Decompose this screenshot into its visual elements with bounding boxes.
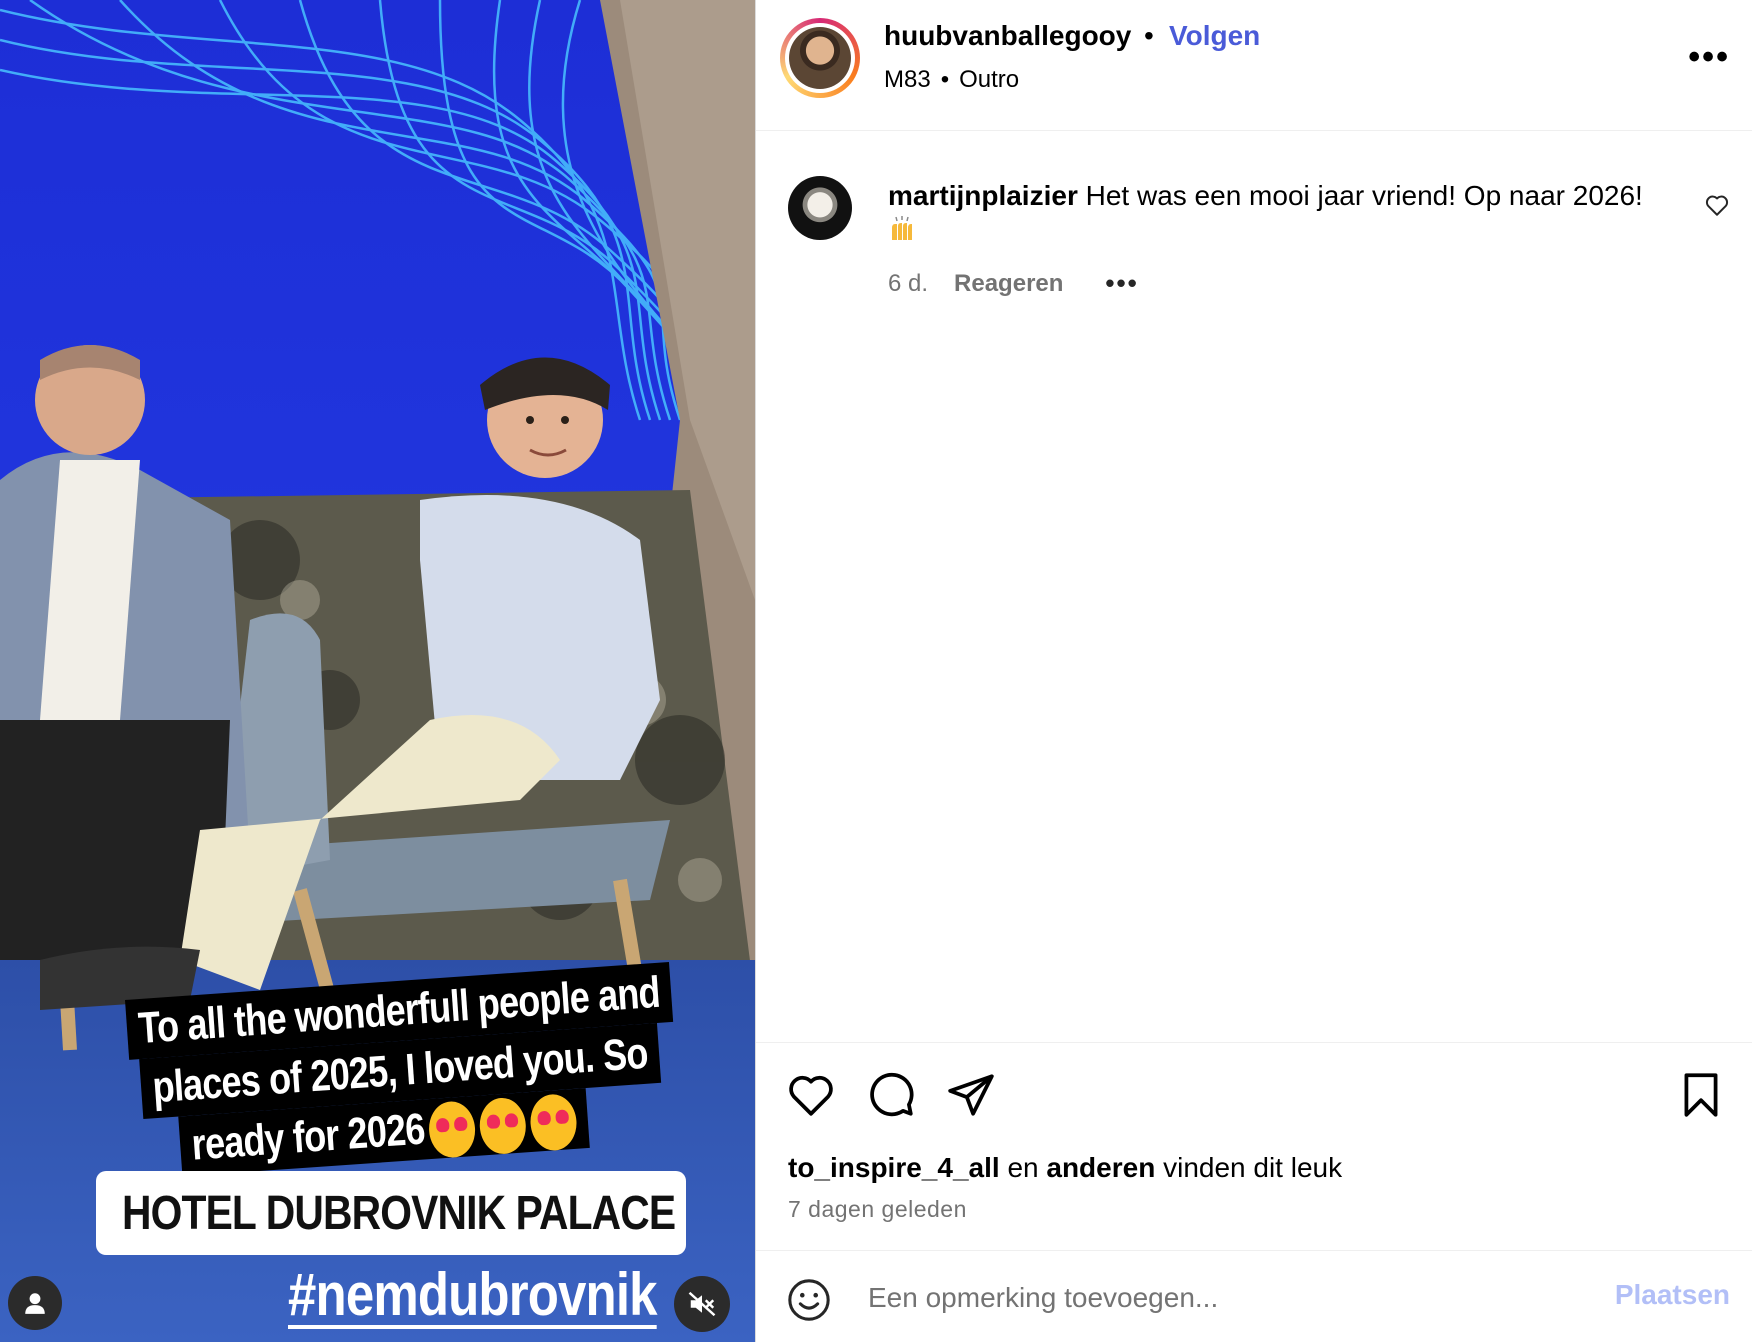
follow-button[interactable]: Volgen <box>1169 20 1260 52</box>
post-sidebar: huubvanballegooy • Volgen M83 • Outro ••• … <box>755 0 1752 1342</box>
tagged-users-button[interactable] <box>8 1276 62 1330</box>
liked-by-username[interactable]: to_inspire_4_all <box>788 1152 1000 1183</box>
comment-heart-icon[interactable] <box>1704 192 1730 218</box>
location-sticker-label: HOTEL DUBROVNIK PALACE <box>122 1186 676 1240</box>
heart-eyes-emoji-icon <box>427 1100 478 1160</box>
heart-eyes-emoji-icon <box>478 1096 529 1156</box>
share-icon[interactable] <box>946 1070 996 1120</box>
author-username[interactable]: huubvanballegooy <box>884 20 1131 52</box>
comment-composer: Plaatsen <box>756 1250 1752 1343</box>
more-options-button[interactable]: ••• <box>1688 38 1730 77</box>
music-track: Outro <box>959 66 1020 93</box>
user-icon <box>25 1293 45 1314</box>
post-media[interactable]: To all the wonderfull people and places … <box>0 0 755 1342</box>
location-pin-icon <box>102 1203 122 1223</box>
actions-divider <box>756 1042 1752 1043</box>
emoji-picker-icon[interactable] <box>786 1277 832 1323</box>
header-separator: • <box>1144 20 1154 51</box>
comment-more-button[interactable]: ••• <box>1105 268 1138 299</box>
post-header: huubvanballegooy • Volgen M83 • Outro ••• <box>756 0 1752 131</box>
heart-icon[interactable] <box>786 1070 836 1120</box>
action-bar <box>756 1070 1752 1126</box>
likes-summary: to_inspire_4_all en anderen vinden dit l… <box>788 1152 1343 1183</box>
liked-by-others-link[interactable]: anderen <box>1046 1152 1155 1183</box>
post-timestamp[interactable]: 7 dagen geleden <box>788 1196 967 1223</box>
commenter-avatar[interactable] <box>788 176 852 240</box>
author-avatar[interactable] <box>780 18 860 98</box>
audio-attribution[interactable]: M83 • Outro <box>884 66 1019 94</box>
comment-body: martijnplaizier Het was een mooi jaar vr… <box>888 178 1668 251</box>
reply-button[interactable]: Reageren <box>954 270 1063 298</box>
commenter-username[interactable]: martijnplaizier <box>888 180 1078 211</box>
heart-eyes-emoji-icon <box>529 1093 579 1153</box>
comment-icon[interactable] <box>866 1070 916 1120</box>
audio-toggle-button[interactable] <box>674 1276 730 1332</box>
comment-time[interactable]: 6 d. <box>888 270 928 298</box>
bookmark-icon[interactable] <box>1676 1070 1726 1120</box>
location-sticker[interactable]: HOTEL DUBROVNIK PALACE <box>96 1171 686 1255</box>
comment-meta: 6 d. Reageren ••• <box>888 268 1139 299</box>
post-comment-button[interactable]: Plaatsen <box>1615 1279 1730 1311</box>
comment-text: Het was een mooi jaar vriend! Op naar 20… <box>1085 180 1643 211</box>
music-artist: M83 <box>884 66 931 93</box>
hashtag-sticker[interactable]: #nemdubrovnik <box>288 1260 658 1329</box>
speaker-muted-icon <box>688 1291 716 1317</box>
raising-hands-emoji-icon <box>892 216 912 240</box>
comment-input[interactable] <box>866 1275 1570 1321</box>
